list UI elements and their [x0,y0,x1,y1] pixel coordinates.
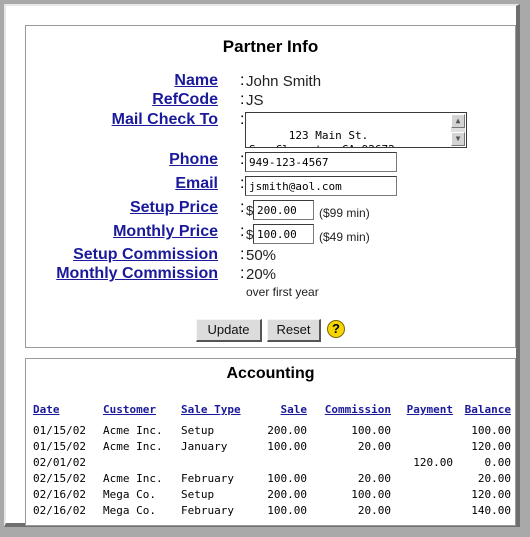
cell-date: 01/15/02 [33,423,86,437]
colon: : [240,246,245,263]
cell-sale-type: Setup [181,423,215,437]
email-field[interactable]: jsmith@aol.com [245,176,397,196]
accounting-panel: Accounting Date Customer Sale Type Sale … [25,358,516,526]
accounting-table: Date Customer Sale Type Sale Commission … [32,403,512,518]
cell-payment [392,438,454,454]
cell-date: 02/01/02 [33,455,86,469]
name-value: John Smith [246,73,322,90]
cell-sale-type [180,454,250,470]
cell-commission: 100.00 [351,487,391,501]
accounting-title: Accounting [226,365,315,382]
textarea-scrollbar[interactable]: ▲ ▼ [451,114,465,146]
table-row: 02/16/02 Mega Co. February 100.00 20.00 … [32,502,512,518]
cell-customer: Acme Inc. [103,471,163,485]
refcode-label-link[interactable]: RefCode [152,91,218,109]
cell-date: 01/15/02 [33,439,86,453]
cell-date: 02/15/02 [33,471,86,485]
colon: : [240,175,245,192]
monthly-commission-note: over first year [246,285,319,299]
cell-customer: Mega Co. [103,503,156,517]
cell-balance: 20.00 [477,471,511,485]
cell-balance: 120.00 [471,439,511,453]
column-header-commission[interactable]: Commission [308,403,392,422]
cell-payment [392,502,454,518]
table-row: 02/15/02 Acme Inc. February 100.00 20.00… [32,470,512,486]
column-header-sale[interactable]: Sale [250,403,308,422]
phone-field[interactable]: 949-123-4567 [245,152,397,172]
cell-commission: 20.00 [357,471,391,485]
scroll-down-icon[interactable]: ▼ [451,132,465,146]
window-frame: Partner Info Name : John Smith RefCode :… [4,4,520,527]
colon: : [240,199,245,216]
table-row: 02/16/02 Mega Co. Setup 200.00 100.00 12… [32,486,512,502]
column-header-balance[interactable]: Balance [454,403,512,422]
partner-info-title: Partner Info [222,37,319,56]
column-header-customer[interactable]: Customer [102,403,180,422]
cell-customer [102,454,180,470]
cell-balance: 0.00 [484,455,512,469]
cell-payment: 120.00 [413,455,453,469]
monthly-commission-value: 20% [246,266,277,283]
cell-sale-type: February [181,471,234,485]
cell-sale: 100.00 [267,439,307,453]
setup-price-label-link[interactable]: Setup Price [130,199,218,217]
setup-commission-label-link[interactable]: Setup Commission [73,246,218,264]
colon: : [240,151,245,168]
cell-sale: 200.00 [267,423,307,437]
cell-commission: 20.00 [357,503,391,517]
table-header-row: Date Customer Sale Type Sale Commission … [32,403,512,422]
column-header-payment[interactable]: Payment [392,403,454,422]
cell-sale: 100.00 [267,503,307,517]
cell-date: 02/16/02 [33,487,86,501]
cell-balance: 140.00 [471,503,511,517]
cell-customer: Acme Inc. [103,439,163,453]
setup-price-field[interactable]: 200.00 [253,200,314,220]
cell-customer: Acme Inc. [103,423,163,437]
email-label-link[interactable]: Email [175,175,218,193]
setup-price-hint: ($99 min) [319,206,370,220]
column-header-date[interactable]: Date [32,403,102,422]
mail-check-to-label-link[interactable]: Mail Check To [112,111,218,129]
cell-balance: 100.00 [471,423,511,437]
colon: : [240,72,245,89]
cell-date: 02/16/02 [33,503,86,517]
cell-payment [392,422,454,438]
cell-sale: 200.00 [267,487,307,501]
monthly-price-field[interactable]: 100.00 [253,224,314,244]
reset-button[interactable]: Reset [267,319,321,342]
cell-sale: 100.00 [267,471,307,485]
column-header-sale-type[interactable]: Sale Type [180,403,250,422]
cell-sale-type: February [181,503,234,517]
partner-info-panel: Partner Info Name : John Smith RefCode :… [25,25,516,348]
cell-commission: 100.00 [351,423,391,437]
monthly-commission-label-link[interactable]: Monthly Commission [56,265,218,283]
cell-payment [392,486,454,502]
table-row: 01/15/02 Acme Inc. January 100.00 20.00 … [32,438,512,454]
scroll-up-icon[interactable]: ▲ [451,114,465,128]
colon: : [240,223,245,240]
monthly-price-label-link[interactable]: Monthly Price [113,223,218,241]
mail-address-text: 123 Main St. San Clemente, CA 92672 [249,129,395,147]
cell-sale-type: Setup [181,487,215,501]
phone-label-link[interactable]: Phone [169,151,218,169]
update-button[interactable]: Update [196,319,262,342]
table-row: 01/15/02 Acme Inc. Setup 200.00 100.00 1… [32,422,512,438]
cell-sale-type: January [181,439,228,453]
colon: : [240,91,245,108]
cell-payment [392,470,454,486]
mail-address-textarea[interactable]: 123 Main St. San Clemente, CA 92672 ▲ ▼ [245,112,467,148]
monthly-price-hint: ($49 min) [319,230,370,244]
help-icon[interactable]: ? [327,320,345,338]
setup-commission-value: 50% [246,247,277,264]
cell-commission [308,454,392,470]
colon: : [240,111,245,128]
name-label-link[interactable]: Name [174,72,218,90]
cell-sale [250,454,308,470]
cell-balance: 120.00 [471,487,511,501]
table-row: 02/01/02 120.00 0.00 [32,454,512,470]
colon: : [240,265,245,282]
cell-customer: Mega Co. [103,487,156,501]
refcode-value: JS [246,92,264,109]
cell-commission: 20.00 [357,439,391,453]
